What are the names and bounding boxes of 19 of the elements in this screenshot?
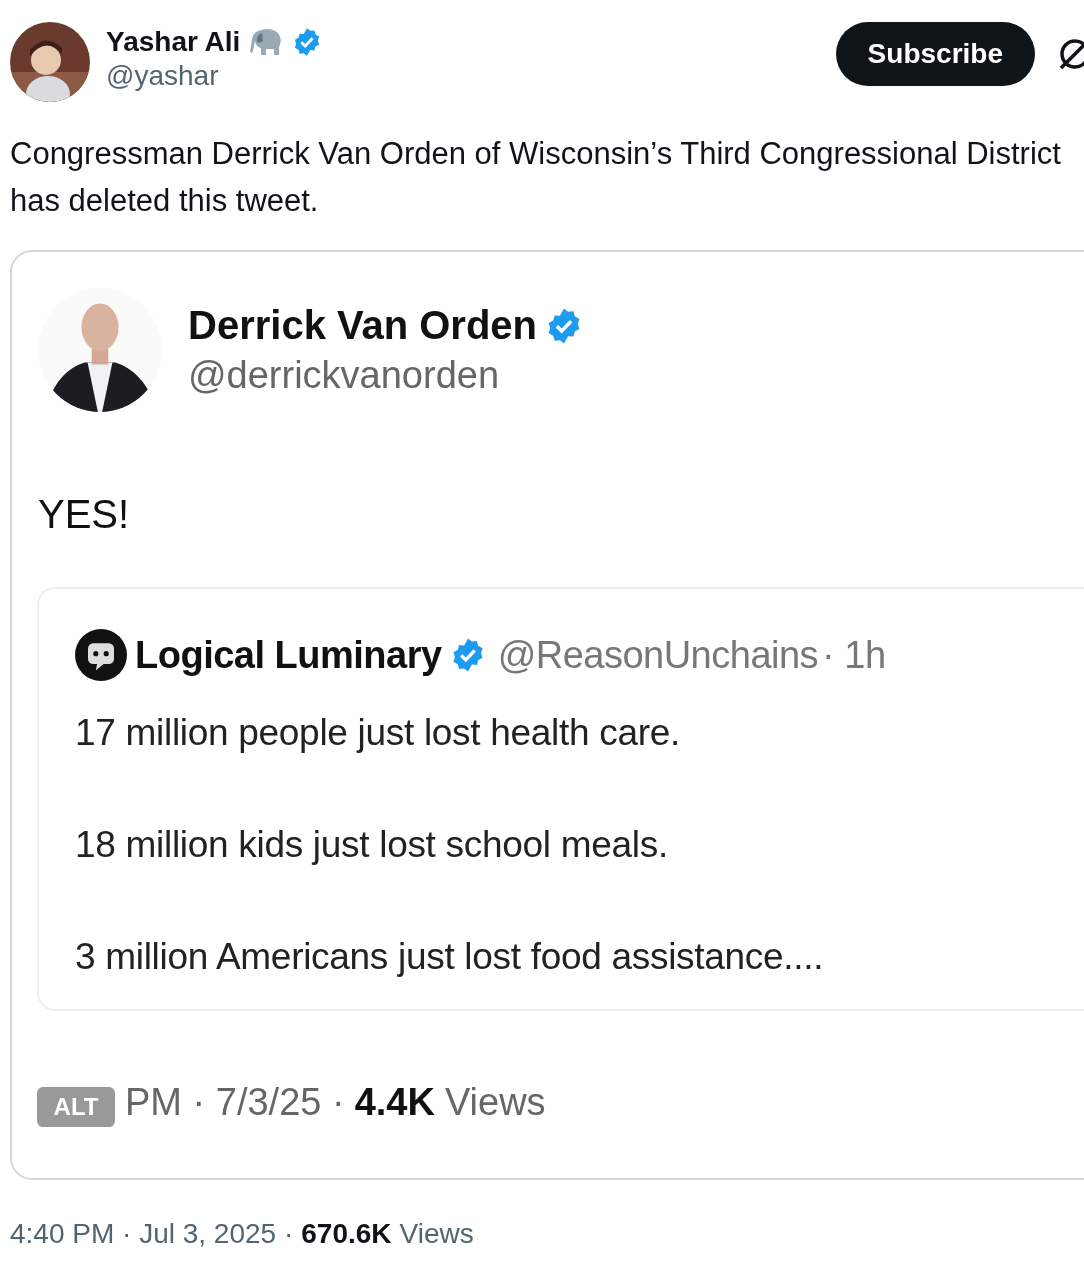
post-time[interactable]: 4:40 PM · Jul 3, 2025 · xyxy=(10,1218,294,1250)
tweet-text: Congressman Derrick Van Orden of Wisconsin’s Third Congressional District has deleted this tweet. xyxy=(10,135,1062,220)
post-time: PM · 7/3/25 · xyxy=(125,1081,345,1124)
post-time: · 1h xyxy=(822,633,886,677)
views-label: Views xyxy=(399,1218,474,1250)
author-name: Logical Luminary xyxy=(135,633,442,677)
author-handle: @derrickvanorden xyxy=(188,354,501,397)
author-handle[interactable]: @yashar xyxy=(106,60,323,92)
tweet-paragraph: 17 million people just lost health care. xyxy=(75,711,682,755)
view-count: 4.4K xyxy=(354,1081,435,1124)
subscribe-button[interactable]: Subscribe xyxy=(835,22,1035,86)
tweet-paragraph: 3 million Americans just lost food assistance.... xyxy=(75,935,825,979)
tweet-paragraph: 18 million kids just lost school meals. xyxy=(75,823,669,867)
view-count: 670.6K xyxy=(301,1218,392,1250)
author-handle: @ReasonUnchains xyxy=(497,633,819,677)
author-name: Derrick Van Orden xyxy=(188,303,538,348)
tweet-text: YES! xyxy=(38,492,131,537)
author-name[interactable]: Yashar Ali xyxy=(106,26,241,58)
views-label: Views xyxy=(444,1081,546,1124)
